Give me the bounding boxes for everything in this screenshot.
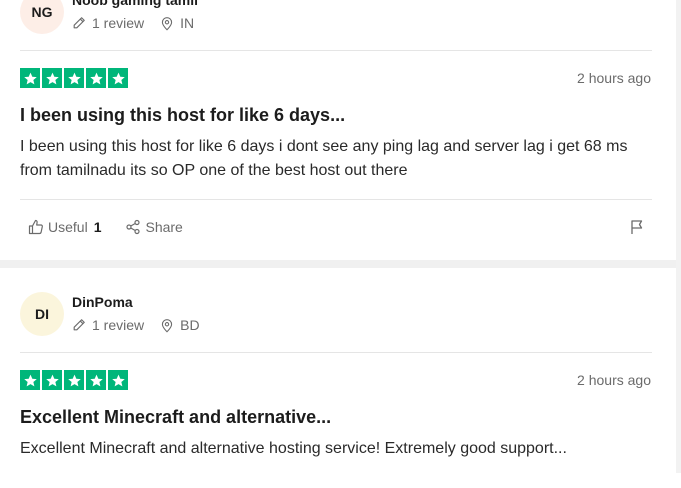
review-body: Excellent Minecraft and alternative host… [20, 440, 567, 457]
reviewer-name[interactable]: DinPoma [72, 294, 133, 310]
star-rating [20, 68, 128, 88]
divider [20, 50, 652, 51]
share-label: Share [145, 219, 183, 235]
star-icon [42, 370, 62, 390]
review-count: 1 review [92, 15, 145, 31]
country-code: IN [180, 15, 195, 31]
divider [20, 352, 652, 353]
pencil-icon [73, 319, 85, 331]
useful-button[interactable]: Useful 1 [28, 219, 101, 235]
avatar[interactable]: NG [20, 0, 64, 34]
reviewer-meta: 1 review BD [72, 317, 216, 333]
review-count: 1 review [92, 317, 145, 333]
review-separator [0, 260, 676, 268]
star-icon [86, 68, 106, 88]
divider [20, 199, 652, 200]
share-icon [126, 219, 141, 235]
star-icon [108, 370, 128, 390]
review-card: NG Noob gaming tamil 1 review IN 2 hours… [0, 0, 676, 260]
star-icon [108, 68, 128, 88]
country-code: BD [180, 317, 200, 333]
location-pin-icon [162, 16, 173, 30]
star-icon [20, 370, 40, 390]
review-body: I been using this host for like 6 days i… [20, 138, 628, 179]
review-title[interactable]: I been using this host for like 6 days..… [20, 105, 345, 126]
star-icon [64, 370, 84, 390]
share-button[interactable]: Share [125, 219, 183, 235]
star-rating [20, 370, 128, 390]
star-icon [20, 68, 40, 88]
review-date: 2 hours ago [577, 70, 651, 86]
useful-label: Useful [48, 219, 88, 235]
useful-count: 1 [93, 219, 102, 235]
review-card: DI DinPoma 1 review BD 2 hours ago Excel… [0, 268, 676, 488]
page-scroll-edge [676, 0, 681, 473]
reviewer-meta: 1 review IN [72, 15, 210, 31]
flag-icon[interactable] [629, 219, 645, 235]
thumbs-up-icon [28, 219, 43, 235]
review-actions: Useful 1 Share [28, 219, 183, 235]
star-icon [86, 370, 106, 390]
location-pin-icon [162, 318, 173, 332]
review-title[interactable]: Excellent Minecraft and alternative... [20, 407, 331, 428]
avatar[interactable]: DI [20, 292, 64, 336]
review-date: 2 hours ago [577, 372, 651, 388]
pencil-icon [73, 17, 85, 29]
star-icon [42, 68, 62, 88]
reviewer-name[interactable]: Noob gaming tamil [72, 0, 198, 8]
star-icon [64, 68, 84, 88]
